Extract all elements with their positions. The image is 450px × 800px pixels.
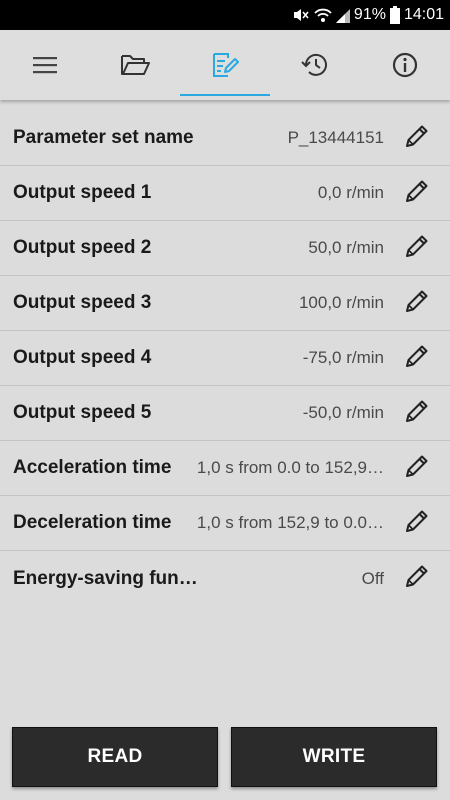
edit-button[interactable] (384, 221, 450, 275)
parameter-value: 1,0 s from 152,9 to 0.0… (196, 513, 384, 532)
parameter-label: Energy-saving fun… (13, 567, 198, 589)
mute-icon (292, 6, 310, 24)
tab-parameters[interactable] (180, 30, 270, 100)
parameter-row[interactable]: Output speed 2 50,0 r/min (0, 221, 450, 276)
pencil-icon (403, 287, 431, 320)
tab-menu[interactable] (0, 30, 90, 100)
parameter-label: Output speed 3 (13, 292, 152, 313)
parameter-row[interactable]: Acceleration time 1,0 s from 0.0 to 152,9… (0, 441, 450, 496)
parameter-row[interactable]: Parameter set name P_13444151 (0, 111, 450, 166)
parameter-label: Output speed 5 (13, 402, 152, 423)
edit-button[interactable] (384, 496, 450, 550)
parameter-row[interactable]: Output speed 3 100,0 r/min (0, 276, 450, 331)
edit-list-icon (211, 52, 239, 78)
folder-open-icon (120, 53, 150, 77)
status-bar: 91% 14:01 (0, 0, 450, 30)
parameter-row[interactable]: Deceleration time 1,0 s from 152,9 to 0.0… (0, 496, 450, 551)
tab-open-file[interactable] (90, 30, 180, 100)
pencil-icon (403, 507, 431, 540)
parameter-label: Output speed 1 (13, 182, 152, 203)
parameter-value: -50,0 r/min (302, 403, 384, 422)
tab-bar (0, 30, 450, 100)
edit-button[interactable] (384, 386, 450, 440)
parameter-list: Parameter set name P_13444151 Output speed… (0, 111, 450, 606)
pencil-icon (403, 122, 431, 155)
edit-button[interactable] (384, 276, 450, 330)
edit-button[interactable] (384, 441, 450, 495)
edit-button[interactable] (384, 331, 450, 385)
parameter-value: 50,0 r/min (308, 238, 384, 257)
parameter-value: 0,0 r/min (317, 183, 384, 202)
parameter-row[interactable]: Energy-saving fun… Off (0, 551, 450, 606)
edit-button[interactable] (384, 551, 450, 606)
tab-info[interactable] (360, 30, 450, 100)
clock: 14:01 (403, 6, 444, 23)
battery-icon (389, 6, 400, 24)
parameter-label: Parameter set name (13, 127, 194, 148)
pencil-icon (403, 232, 431, 265)
parameter-row[interactable]: Output speed 5 -50,0 r/min (0, 386, 450, 441)
edit-button[interactable] (384, 111, 450, 165)
tab-history[interactable] (270, 30, 360, 100)
parameter-label: Acceleration time (13, 457, 172, 478)
history-icon (301, 52, 329, 78)
parameter-label: Deceleration time (13, 512, 172, 533)
parameter-value: -75,0 r/min (302, 348, 384, 367)
pencil-icon (403, 452, 431, 485)
parameter-value: P_13444151 (287, 128, 384, 147)
parameter-value: Off (361, 568, 384, 588)
pencil-icon (403, 562, 431, 595)
read-button[interactable]: READ (12, 727, 218, 787)
edit-button[interactable] (384, 166, 450, 220)
parameter-row[interactable]: Output speed 1 0,0 r/min (0, 166, 450, 221)
wifi-icon (314, 6, 332, 24)
signal-icon (335, 7, 350, 23)
parameter-label: Output speed 4 (13, 347, 152, 368)
info-icon (392, 52, 418, 78)
pencil-icon (403, 342, 431, 375)
pencil-icon (403, 177, 431, 210)
write-button[interactable]: WRITE (231, 727, 437, 787)
parameter-label: Output speed 2 (13, 237, 152, 258)
parameter-value: 100,0 r/min (298, 293, 384, 312)
battery-percent: 91% (353, 6, 386, 23)
pencil-icon (403, 397, 431, 430)
parameter-row[interactable]: Output speed 4 -75,0 r/min (0, 331, 450, 386)
parameter-value: 1,0 s from 0.0 to 152,9… (196, 458, 384, 477)
menu-icon (32, 55, 58, 75)
